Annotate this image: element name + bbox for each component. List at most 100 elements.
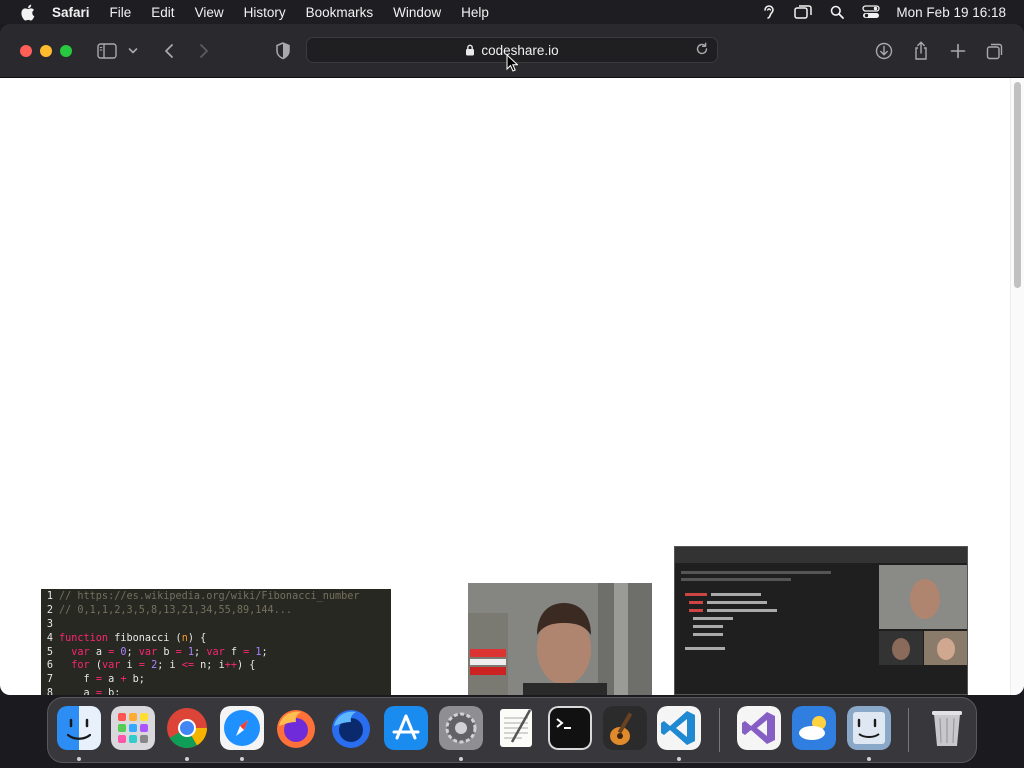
code-token: var [71,646,90,658]
dock-garageband-icon[interactable] [603,706,647,750]
address-url: codeshare.io [481,42,559,58]
line-number: 3 [46,618,53,630]
menu-clock[interactable]: Mon Feb 19 16:18 [896,5,1006,20]
code-token: f [224,646,244,658]
window-minimize-button[interactable] [40,45,52,57]
code-token: a [89,646,109,658]
share-icon[interactable] [908,38,934,64]
line-number: 6 [46,660,53,672]
window-close-button[interactable] [20,45,32,57]
shield-icon[interactable] [270,38,296,64]
line-number: 5 [46,646,53,658]
code-line[interactable]: 2 // 0,1,1,2,3,5,8,13,21,34,55,89,144... [41,604,391,618]
dock-running-indicator [677,757,681,761]
window-maximize-button[interactable] [60,45,72,57]
code-token: b; [101,688,121,695]
code-token: a [59,688,96,695]
dock-running-indicator [867,757,871,761]
page-scrollbar[interactable] [1010,78,1024,695]
code-token: ++ [224,660,237,672]
dock-visual-studio-icon[interactable] [737,706,781,750]
sidebar-icon[interactable] [94,38,120,64]
code-line[interactable]: 7 f = a + b; [41,673,391,687]
chevron-down-icon[interactable] [123,38,143,64]
code-token: ( [89,660,102,672]
dock-firefox-icon[interactable] [274,706,318,750]
menu-view[interactable]: View [195,5,224,20]
dock-textedit-icon[interactable] [494,706,538,750]
line-number: 7 [46,674,53,686]
code-token: a [101,674,121,686]
menu-app-name[interactable]: Safari [52,5,90,20]
code-token: var [101,660,121,672]
control-center-icon[interactable] [862,3,881,21]
download-icon[interactable] [871,38,897,64]
code-token: i [120,660,139,672]
menu-window[interactable]: Window [393,5,441,20]
dock-weather-icon[interactable] [792,706,836,750]
scrollbar-thumb[interactable] [1014,82,1021,288]
menu-history[interactable]: History [244,5,286,20]
code-line[interactable]: 3 [41,618,391,632]
dock-safari-icon[interactable] [220,706,264,750]
code-editor-panel[interactable]: 1 // https://es.wikipedia.org/wiki/Fibona… [41,589,391,695]
apple-logo-icon[interactable] [18,3,36,21]
menu-edit[interactable]: Edit [151,5,174,20]
code-token: b [157,646,176,658]
plus-icon[interactable] [945,38,971,64]
code-token: ) { [187,632,207,644]
code-line[interactable]: 4 function fibonacci (n) { [41,632,391,646]
menu-bookmarks[interactable]: Bookmarks [306,5,374,20]
lock-icon [465,44,475,56]
web-content[interactable]: 1 // https://es.wikipedia.org/wiki/Fibona… [0,78,1024,695]
line-number: 4 [46,632,53,644]
dock-terminal-icon[interactable] [548,706,592,750]
code-token: ; [261,646,268,658]
spotlight-search-icon[interactable] [828,3,846,21]
dock-app-store-icon[interactable] [384,706,428,750]
code-token: f [59,674,96,686]
dock-trash-icon[interactable] [925,706,969,750]
dock-preview-icon[interactable] [847,706,891,750]
code-line[interactable]: 6 for (var i = 2; i <= n; i++) { [41,659,391,673]
dock-running-indicator [185,757,189,761]
dock-running-indicator [459,757,463,761]
dock-chrome-icon[interactable] [165,706,209,750]
dock [47,697,977,763]
line-number: 2 [46,604,53,616]
reload-icon[interactable] [695,42,711,58]
chevron-left-icon[interactable] [156,38,182,64]
screenshare-preview [674,546,968,695]
dock-system-settings-icon[interactable] [439,706,483,750]
dock-firefox-developer-icon[interactable] [329,706,373,750]
tab-overview-icon[interactable] [982,38,1008,64]
screen-mirroring-icon[interactable] [794,3,813,21]
dock-running-indicator [240,757,244,761]
line-number: 8 [46,688,53,695]
code-token: n; i [194,660,225,672]
code-token: var [206,646,225,658]
menu-help[interactable]: Help [461,5,489,20]
code-token: fibonacci [108,632,176,644]
dock-finder-icon[interactable] [57,706,101,750]
code-token: b; [126,674,145,686]
code-token: ; [194,646,207,658]
dock-separator [719,708,720,752]
hearing-icon[interactable] [760,3,778,21]
dock-vscode-icon[interactable] [657,706,701,750]
code-line[interactable]: 5 var a = 0; var b = 1; var f = 1; [41,646,391,660]
code-token: // https://es.wikipedia.org/wiki/Fibonac… [59,591,360,602]
dock-launchpad-icon[interactable] [111,706,155,750]
code-line[interactable]: 8 a = b; [41,687,391,695]
code-line[interactable]: 1 // https://es.wikipedia.org/wiki/Fibona… [41,590,391,604]
chevron-right-icon[interactable] [191,38,217,64]
webcam-video-tile [468,583,652,695]
menu-file[interactable]: File [110,5,132,20]
code-token: ; i [157,660,182,672]
code-token: // 0,1,1,2,3,5,8,13,21,34,55,89,144... [59,604,293,616]
mouse-cursor-icon [506,54,518,72]
dock-running-indicator [77,757,81,761]
code-token: function [59,632,109,644]
